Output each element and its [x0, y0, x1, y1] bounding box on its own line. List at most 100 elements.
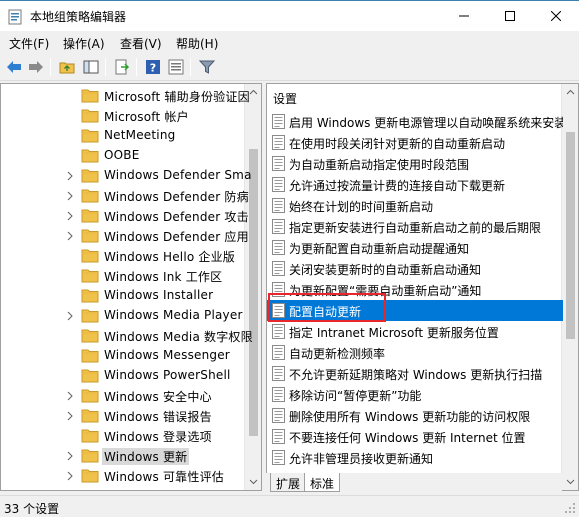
chevron-right-icon[interactable]	[65, 391, 75, 401]
filter-button[interactable]	[197, 57, 217, 77]
menu-bar: 文件(F) 操作(A) 查看(V) 帮助(H)	[0, 31, 579, 53]
scroll-down-arrow-icon[interactable]	[249, 477, 258, 486]
scroll-up-arrow-icon[interactable]	[249, 88, 258, 97]
tree-item[interactable]: Windows Defender 应用	[1, 226, 249, 246]
group-policy-editor-icon	[8, 9, 22, 25]
tree-item[interactable]: Windows Media 数字权限	[1, 326, 253, 346]
tree-item[interactable]: Windows 更新	[1, 446, 246, 466]
tree-item[interactable]: Windows 可靠性评估	[1, 466, 246, 486]
chevron-right-icon[interactable]	[65, 411, 75, 421]
forward-arrow-icon	[29, 61, 43, 73]
scroll-up-arrow-icon[interactable]	[566, 88, 575, 97]
folder-icon	[81, 269, 99, 283]
up-folder-button[interactable]	[57, 57, 77, 77]
tree-item[interactable]: Windows 登录选项	[1, 426, 246, 446]
minimize-button[interactable]	[441, 1, 487, 31]
policy-setting-row[interactable]: 为自动重新启动指定使用时段范围	[267, 153, 563, 174]
tree-item-label: Windows PowerShell	[104, 368, 231, 382]
chevron-right-icon[interactable]	[65, 191, 75, 201]
tree-item[interactable]: Windows Hello 企业版	[1, 246, 246, 266]
properties-button[interactable]	[166, 57, 186, 77]
tree-item[interactable]: Windows Media Player	[1, 306, 246, 326]
up-folder-icon	[59, 62, 75, 74]
view-tabs: 扩展 标准	[266, 473, 562, 493]
chevron-right-icon[interactable]	[65, 451, 75, 461]
menu-action[interactable]: 操作(A)	[63, 35, 105, 52]
chevron-right-icon[interactable]	[65, 311, 75, 321]
tree-item[interactable]: Windows Messenger	[1, 346, 246, 366]
tree-scrollbar[interactable]	[244, 84, 261, 490]
tree-scroll-thumb[interactable]	[249, 149, 258, 436]
tab-extended[interactable]: 扩展	[270, 473, 307, 492]
tree-item[interactable]: Windows Defender Sma	[1, 166, 251, 186]
close-button[interactable]	[533, 1, 579, 31]
close-icon	[551, 11, 561, 21]
policy-setting-row[interactable]: 移除访问“暂停更新”功能	[267, 384, 563, 405]
minimize-icon	[459, 15, 469, 17]
tree-item[interactable]: Windows Ink 工作区	[1, 266, 246, 286]
menu-view[interactable]: 查看(V)	[120, 35, 162, 52]
list-scroll-thumb[interactable]	[566, 132, 575, 339]
svg-text:?: ?	[150, 62, 156, 75]
tree-item-label: Windows Defender 防病	[104, 190, 249, 204]
policy-setting-row[interactable]: 始终在计划的时间重新启动	[267, 195, 563, 216]
maximize-icon	[505, 11, 515, 21]
folder-icon	[81, 149, 99, 163]
policy-setting-row[interactable]: 自动更新检测频率	[267, 342, 563, 363]
tree-item[interactable]: Windows Defender 防病	[1, 186, 249, 206]
chevron-right-icon[interactable]	[65, 211, 75, 221]
folder-icon	[81, 449, 99, 463]
policy-setting-row[interactable]: 为更新配置自动重新启动提醒通知	[267, 237, 563, 258]
tree-item[interactable]: Windows Defender 攻击	[1, 206, 249, 226]
maximize-button[interactable]	[487, 1, 533, 31]
folder-icon	[81, 349, 99, 363]
resize-grip-icon[interactable]	[564, 502, 576, 514]
policy-setting-row[interactable]: 不要连接任何 Windows 更新 Internet 位置	[267, 426, 563, 447]
chevron-right-icon[interactable]	[65, 471, 75, 481]
policy-setting-label: 为更新配置自动重新启动提醒通知	[289, 242, 470, 256]
menu-file[interactable]: 文件(F)	[9, 35, 49, 52]
scroll-down-arrow-icon[interactable]	[566, 477, 575, 486]
policy-setting-label: 移除访问“暂停更新”功能	[289, 389, 422, 403]
tree-item[interactable]: Windows Installer	[1, 286, 246, 306]
tab-standard[interactable]: 标准	[304, 473, 341, 492]
folder-icon	[81, 329, 99, 343]
tree-item[interactable]: Windows 错误报告	[1, 406, 246, 426]
tree-item[interactable]: Windows 安全中心	[1, 386, 246, 406]
navigation-tree: Microsoft 辅助身份验证因 Microsoft 帐户 NetMeeting O…	[0, 83, 262, 491]
show-hide-tree-button[interactable]	[81, 57, 101, 77]
tree-item[interactable]: OOBE	[1, 146, 246, 166]
policy-setting-row[interactable]: 允许非管理员接收更新通知	[267, 447, 563, 468]
export-list-button[interactable]	[112, 57, 132, 77]
tree-view-icon	[83, 60, 99, 74]
policy-setting-row[interactable]: 在使用时段关闭针对更新的自动重新启动	[267, 132, 563, 153]
list-header-settings[interactable]: 设置	[273, 90, 297, 107]
tree-item[interactable]: NetMeeting	[1, 126, 246, 146]
policy-setting-icon	[272, 240, 285, 255]
policy-setting-icon	[272, 156, 285, 171]
help-button[interactable]: ?	[143, 57, 163, 77]
policy-setting-row[interactable]: 指定 Intranet Microsoft 更新服务位置	[267, 321, 563, 342]
tree-item[interactable]: Windows PowerShell	[1, 366, 246, 386]
chevron-right-icon[interactable]	[65, 231, 75, 241]
policy-setting-icon	[272, 219, 285, 234]
tree-item[interactable]: Microsoft 帐户	[1, 106, 246, 126]
list-scrollbar[interactable]	[561, 84, 578, 490]
folder-icon	[81, 409, 99, 423]
tree-item-label: Windows Installer	[104, 288, 214, 302]
policy-setting-label: 为自动重新启动指定使用时段范围	[289, 158, 470, 172]
policy-setting-row[interactable]: 启用 Windows 更新电源管理以自动唤醒系统来安装	[267, 111, 563, 132]
policy-setting-row[interactable]: 删除使用所有 Windows 更新功能的访问权限	[267, 405, 563, 426]
policy-setting-row[interactable]: 允许通过按流量计费的连接自动下载更新	[267, 174, 563, 195]
policy-setting-icon	[272, 450, 285, 465]
policy-setting-label: 关闭安装更新时的自动重新启动通知	[289, 263, 482, 277]
back-button[interactable]	[4, 57, 24, 77]
policy-setting-row[interactable]: 指定更新安装进行自动重新启动之前的最后期限	[267, 216, 563, 237]
policy-setting-row[interactable]: 不允许更新延期策略对 Windows 更新执行扫描	[267, 363, 563, 384]
menu-help[interactable]: 帮助(H)	[176, 35, 218, 52]
policy-setting-row[interactable]: 关闭安装更新时的自动重新启动通知	[267, 258, 563, 279]
forward-button[interactable]	[26, 57, 46, 77]
tree-item-label: Windows 登录选项	[104, 430, 212, 444]
chevron-right-icon[interactable]	[65, 171, 75, 181]
tree-item[interactable]: Microsoft 辅助身份验证因	[1, 86, 250, 106]
